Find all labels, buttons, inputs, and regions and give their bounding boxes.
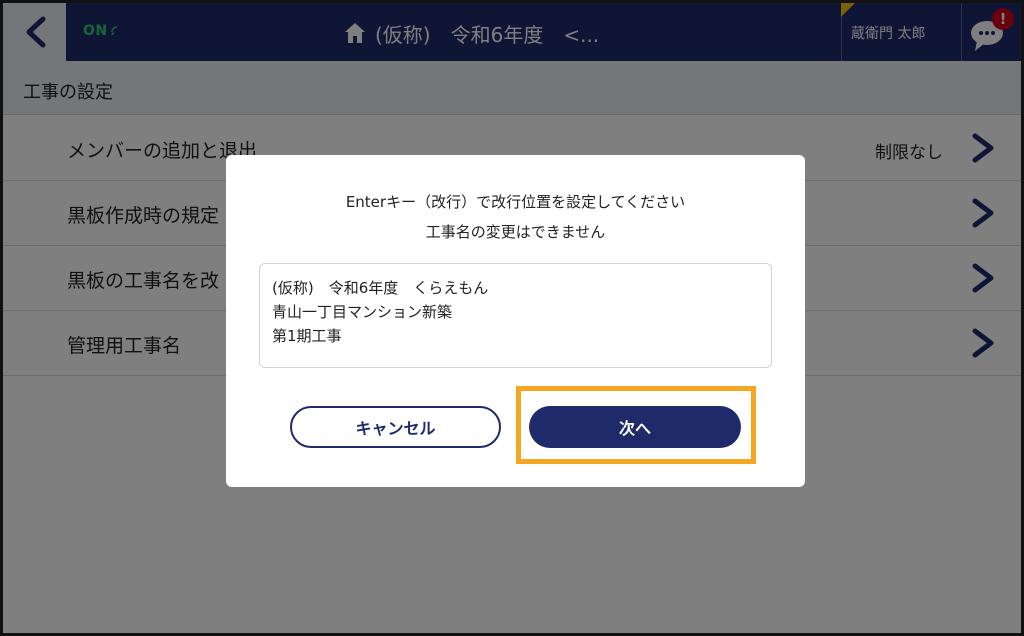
- next-button-highlight: [516, 386, 756, 464]
- project-name-textarea[interactable]: (仮称) 令和6年度 くらえもん 青山一丁目マンション新築 第1期工事: [259, 263, 772, 368]
- app-frame: ON (仮称) 令和6年度 <... 蔵衛門 太郎: [0, 0, 1024, 636]
- textarea-line: (仮称) 令和6年度 くらえもん: [272, 279, 489, 297]
- dialog-note: 工事名の変更はできません: [425, 223, 606, 241]
- textarea-line: 第1期工事: [272, 327, 342, 345]
- cancel-button[interactable]: キャンセル: [290, 406, 501, 448]
- textarea-line: 青山一丁目マンション新築: [272, 303, 453, 321]
- dialog-instruction: Enterキー（改行）で改行位置を設定してください: [345, 193, 686, 211]
